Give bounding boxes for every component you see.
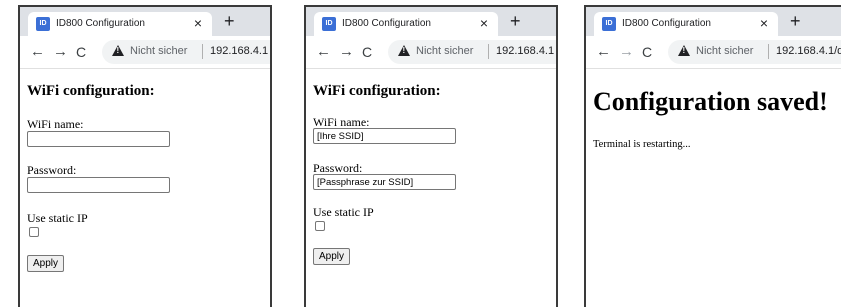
apply-button[interactable]: Apply (27, 255, 65, 272)
wifi-name-input[interactable] (27, 131, 170, 147)
tab-title: ID800 Configuration (342, 18, 431, 29)
password-input[interactable] (313, 174, 456, 190)
forward-arrow-icon[interactable]: → (619, 43, 634, 61)
warning-icon[interactable] (112, 45, 124, 56)
page-content: Configuration saved! Terminal is restart… (586, 69, 841, 307)
browser-tab[interactable]: ID ID800 Configuration × (314, 12, 498, 36)
new-tab-icon[interactable]: + (510, 12, 521, 30)
favicon-icon: ID (322, 17, 336, 31)
tab-strip: ID ID800 Configuration × + (586, 7, 841, 36)
url-text[interactable]: 192.168.4.1/do (776, 45, 841, 57)
static-ip-label: Use static IP (27, 211, 88, 225)
tab-strip: ID ID800 Configuration × + (20, 7, 270, 36)
wifi-name-input[interactable] (313, 128, 456, 144)
security-label[interactable]: Nicht sicher (696, 45, 753, 57)
static-ip-checkbox[interactable] (315, 221, 325, 231)
forward-arrow-icon[interactable]: → (339, 43, 354, 61)
security-label[interactable]: Nicht sicher (130, 45, 187, 57)
page-content: WiFi configuration: WiFi name: Password:… (306, 69, 556, 307)
back-arrow-icon[interactable]: ← (316, 43, 331, 61)
page-heading: WiFi configuration: (27, 83, 155, 99)
saved-heading: Configuration saved! (593, 87, 828, 116)
browser-window-empty-form: ID ID800 Configuration × + ← → C Nicht s… (18, 5, 272, 307)
apply-button[interactable]: Apply (313, 248, 351, 265)
close-tab-icon[interactable]: × (760, 15, 768, 31)
security-label[interactable]: Nicht sicher (416, 45, 473, 57)
browser-window-saved: ID ID800 Configuration × + ← → C Nicht s… (584, 5, 841, 307)
page-heading: WiFi configuration: (313, 83, 441, 99)
static-ip-checkbox[interactable] (29, 227, 39, 237)
password-label: Password: (27, 163, 77, 177)
browser-window-filled-form: ID ID800 Configuration × + ← → C Nicht s… (304, 5, 558, 307)
close-tab-icon[interactable]: × (480, 15, 488, 31)
wifi-name-label: WiFi name: (27, 117, 84, 131)
back-arrow-icon[interactable]: ← (30, 43, 45, 61)
tab-title: ID800 Configuration (622, 18, 711, 29)
address-bar[interactable]: Nicht sicher 192.168.4.1/do (668, 40, 841, 64)
browser-toolbar: ← → C Nicht sicher 192.168.4.1 (306, 36, 556, 69)
new-tab-icon[interactable]: + (790, 12, 801, 30)
reload-icon[interactable]: C (362, 43, 372, 61)
password-input[interactable] (27, 177, 170, 193)
browser-toolbar: ← → C Nicht sicher 192.168.4.1 (20, 36, 270, 69)
tab-title: ID800 Configuration (56, 18, 145, 29)
address-separator (202, 44, 203, 59)
page-content: WiFi configuration: WiFi name: Password:… (20, 69, 270, 307)
browser-tab[interactable]: ID ID800 Configuration × (594, 12, 778, 36)
close-tab-icon[interactable]: × (194, 15, 202, 31)
warning-icon[interactable] (678, 45, 690, 56)
tab-strip: ID ID800 Configuration × + (306, 7, 556, 36)
browser-tab[interactable]: ID ID800 Configuration × (28, 12, 212, 36)
restart-message: Terminal is restarting... (593, 139, 691, 150)
url-text[interactable]: 192.168.4.1 (496, 45, 554, 57)
reload-icon[interactable]: C (642, 43, 652, 61)
favicon-icon: ID (36, 17, 50, 31)
reload-icon[interactable]: C (76, 43, 86, 61)
favicon-icon: ID (602, 17, 616, 31)
forward-arrow-icon[interactable]: → (53, 43, 68, 61)
new-tab-icon[interactable]: + (224, 12, 235, 30)
browser-toolbar: ← → C Nicht sicher 192.168.4.1/do (586, 36, 841, 69)
address-bar[interactable]: Nicht sicher 192.168.4.1 (388, 40, 556, 64)
address-separator (768, 44, 769, 59)
static-ip-label: Use static IP (313, 205, 374, 219)
url-text[interactable]: 192.168.4.1 (210, 45, 268, 57)
back-arrow-icon[interactable]: ← (596, 43, 611, 61)
address-bar[interactable]: Nicht sicher 192.168.4.1 (102, 40, 270, 64)
address-separator (488, 44, 489, 59)
warning-icon[interactable] (398, 45, 410, 56)
